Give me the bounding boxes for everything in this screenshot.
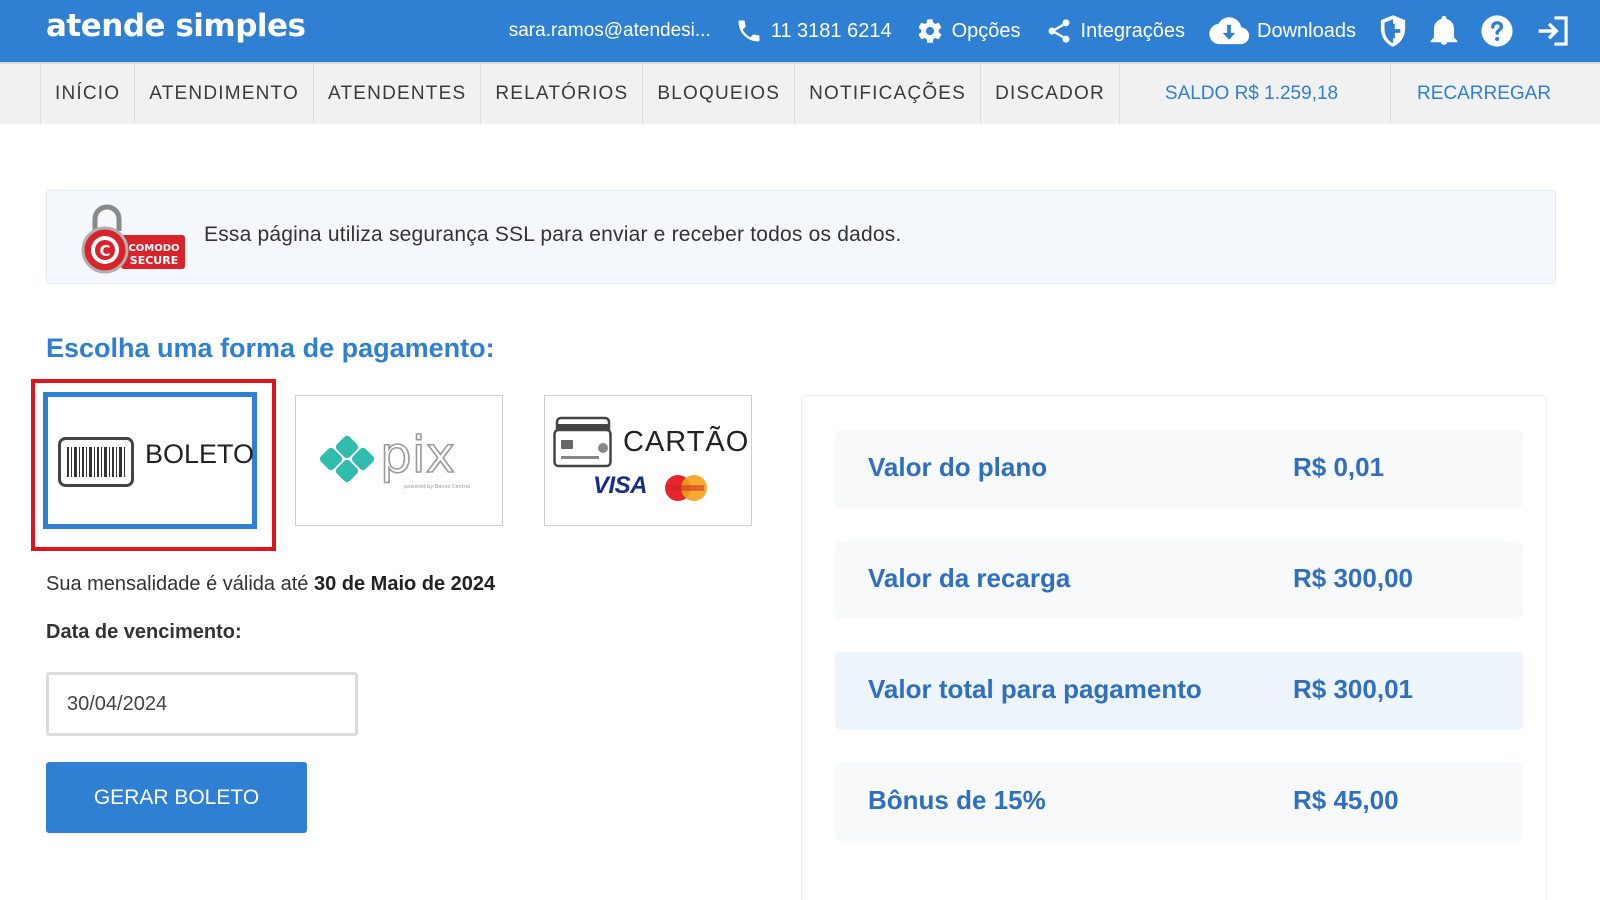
svg-text:C: C	[99, 242, 110, 260]
help-button[interactable]	[1480, 14, 1514, 48]
summary-value: R$ 0,01	[1293, 452, 1385, 482]
due-date-label: Data de vencimento:	[46, 621, 242, 643]
subscription-validity: Sua mensalidade é válida até 30 de Maio …	[46, 573, 495, 596]
main-nav: INÍCIO ATENDIMENTO ATENDENTES RELATÓRIOS…	[0, 62, 1600, 124]
nav-items: INÍCIO ATENDIMENTO ATENDENTES RELATÓRIOS…	[40, 64, 1120, 124]
ssl-notice: C COMODO SECURE Essa página utiliza segu…	[46, 190, 1556, 284]
payment-title: Escolha uma forma de pagamento:	[46, 333, 495, 363]
nav-item-discador[interactable]: DISCADOR	[980, 64, 1120, 124]
validity-prefix: Sua mensalidade é válida até	[46, 573, 314, 595]
summary-row-recharge: Valor da recarga R$ 300,00	[835, 541, 1523, 619]
top-bar: atende simples sara.ramos@atendesi... 11…	[0, 0, 1600, 62]
payment-option-boleto[interactable]: BOLETO	[43, 392, 257, 529]
app-logo[interactable]: atende simples	[46, 8, 306, 44]
integrations-label: Integrações	[1080, 19, 1186, 42]
gear-icon	[918, 19, 941, 43]
mastercard-logo	[665, 475, 707, 501]
credit-card-icon	[553, 416, 612, 468]
summary-value: R$ 300,00	[1293, 563, 1413, 593]
summary-label: Valor da recarga	[868, 563, 1071, 593]
logout-button[interactable]	[1536, 15, 1570, 47]
logout-icon	[1538, 16, 1568, 46]
due-date-field[interactable]	[46, 672, 358, 736]
share-icon	[1048, 19, 1070, 43]
shield-icon	[1380, 15, 1406, 47]
phone-icon	[738, 20, 760, 42]
notifications-button[interactable]	[1430, 16, 1458, 46]
help-icon	[1481, 15, 1513, 47]
cartao-label: CARTÃO	[623, 426, 750, 458]
bell-icon	[1430, 16, 1458, 45]
options-menu[interactable]: Opções	[916, 17, 1021, 45]
phone-link[interactable]: 11 3181 6214	[735, 17, 892, 45]
top-bar-actions: sara.ramos@atendesi... 11 3181 6214 Opçõ…	[509, 0, 1570, 62]
payment-option-pix[interactable]: pix powered by Banco Central	[295, 395, 503, 526]
pix-logo: pix powered by Banco Central	[319, 426, 470, 490]
integrations-menu[interactable]: Integrações	[1045, 17, 1186, 45]
nav-item-atendentes[interactable]: ATENDENTES	[313, 64, 480, 124]
nav-item-atendimento[interactable]: ATENDIMENTO	[134, 64, 313, 124]
nav-item-relatorios[interactable]: RELATÓRIOS	[480, 64, 642, 124]
summary-label: Valor total para pagamento	[868, 674, 1202, 704]
summary-value: R$ 45,00	[1293, 785, 1399, 815]
comodo-secure-badge: C COMODO SECURE	[81, 204, 185, 274]
pix-subtitle: powered by Banco Central	[404, 484, 470, 490]
nav-item-bloqueios[interactable]: BLOQUEIOS	[642, 64, 794, 124]
summary-label: Valor do plano	[868, 452, 1048, 482]
validity-date: 30 de Maio de 2024	[313, 573, 496, 595]
payment-summary: Valor do plano R$ 0,01 Valor da recarga …	[801, 395, 1547, 900]
summary-row-total: Valor total para pagamento R$ 300,01	[835, 652, 1523, 730]
nav-item-notificacoes[interactable]: NOTIFICAÇÕES	[794, 64, 980, 124]
pix-label: pix	[380, 426, 455, 484]
summary-value: R$ 300,01	[1293, 674, 1413, 704]
nav-item-inicio[interactable]: INÍCIO	[40, 64, 134, 124]
balance-link[interactable]: SALDO R$ 1.259,18	[1113, 64, 1390, 124]
cloud-download-icon	[1209, 17, 1250, 45]
barcode-icon	[58, 437, 134, 487]
badge-text-comodo: COMODO	[128, 243, 179, 254]
boleto-label: BOLETO	[145, 439, 255, 469]
summary-row-plan: Valor do plano R$ 0,01	[835, 430, 1523, 508]
visa-logo: VISA	[593, 472, 648, 499]
downloads-label: Downloads	[1257, 19, 1356, 42]
user-email[interactable]: sara.ramos@atendesi...	[509, 20, 711, 42]
downloads-menu[interactable]: Downloads	[1209, 16, 1356, 46]
summary-label: Bônus de 15%	[868, 785, 1046, 815]
badge-text-secure: SECURE	[130, 254, 178, 267]
summary-row-bonus: Bônus de 15% R$ 45,00	[835, 763, 1523, 841]
payment-option-cartao[interactable]: CARTÃO VISA	[544, 395, 752, 526]
ssl-message: Essa página utiliza segurança SSL para e…	[204, 223, 902, 246]
security-shield-button[interactable]	[1378, 14, 1408, 48]
phone-number: 11 3181 6214	[770, 19, 892, 42]
options-label: Opções	[951, 19, 1021, 42]
nav-account: SALDO R$ 1.259,18 RECARREGAR	[1113, 64, 1600, 124]
generate-boleto-button[interactable]: GERAR BOLETO	[46, 762, 307, 833]
recharge-link[interactable]: RECARREGAR	[1390, 64, 1600, 124]
